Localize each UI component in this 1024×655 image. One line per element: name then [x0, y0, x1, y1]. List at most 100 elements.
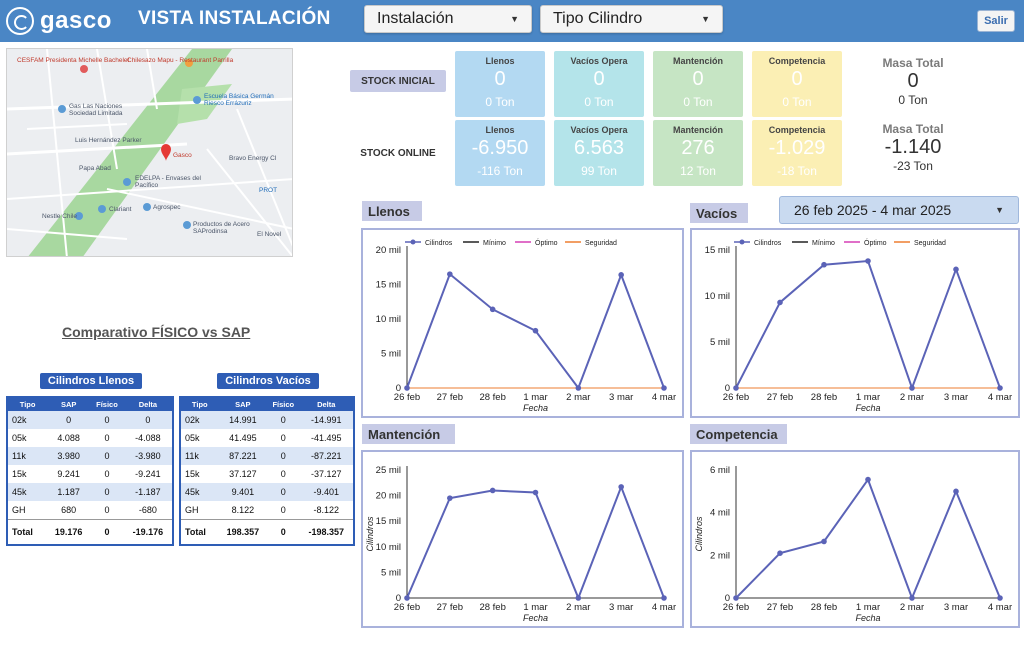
- logo-text: gasco: [40, 7, 112, 34]
- x-tick-label: 26 feb: [394, 602, 420, 613]
- table-cell: 87.221: [218, 447, 268, 465]
- y-tick-label: 5 mil: [381, 567, 401, 578]
- table-cell: 0: [90, 518, 124, 545]
- kpi-title: Vacíos Opera: [570, 56, 628, 66]
- masa-title: Masa Total: [882, 56, 944, 70]
- llenos-table-title: Cilindros Llenos: [40, 373, 142, 389]
- table-cell: 0: [280, 469, 286, 479]
- kpi-tons: 0 Ton: [584, 95, 614, 109]
- x-tick-label: 26 feb: [723, 392, 749, 403]
- y-tick-label: 15 mil: [376, 516, 401, 527]
- kpi-tons: -116 Ton: [477, 164, 523, 178]
- map-label: EDELPA - Envases del Pacífico: [135, 175, 201, 189]
- instalacion-dropdown-label: Instalación: [377, 10, 454, 27]
- masa-title: Masa Total: [882, 122, 944, 136]
- kpi-title: Vacíos Opera: [570, 125, 628, 135]
- table-cell: 8.122: [231, 504, 255, 515]
- x-tick-label: 27 feb: [437, 392, 463, 403]
- x-tick-label: 2 mar: [566, 602, 590, 613]
- tipo-cilindro-dropdown[interactable]: Tipo Cilindro ▼: [540, 5, 723, 33]
- legend-item: Mínimo: [792, 240, 835, 247]
- table-cell: 0: [104, 469, 110, 479]
- masa-value: 0: [907, 70, 919, 92]
- page-title: VISTA INSTALACIÓN: [138, 8, 331, 29]
- x-tick-label: 1 mar: [856, 602, 880, 613]
- masa-tons: -23 Ton: [893, 159, 933, 173]
- masa-total-initial: Masa Total 0 0 Ton: [863, 56, 963, 107]
- legend-label: Óptimo: [864, 238, 887, 247]
- table-cell: -3.980: [123, 447, 173, 465]
- date-range-picker[interactable]: 26 feb 2025 - 4 mar 2025 ▼: [779, 196, 1019, 224]
- stock-online-label: STOCK ONLINE: [360, 147, 436, 159]
- map-label: CESFAM Presidenta Michelle Bachelet: [17, 57, 130, 64]
- legend-label: Cilindros: [425, 240, 453, 247]
- data-point: [909, 385, 915, 391]
- comparison-title: Comparativo FÍSICO vs SAP: [62, 324, 251, 340]
- map-label: Productos de Acero SAProdinsa: [193, 221, 250, 235]
- table-cell: 11k: [180, 447, 219, 465]
- table-cell: 0: [280, 433, 286, 443]
- tipo-cilindro-dropdown-label: Tipo Cilindro: [553, 10, 643, 27]
- kpi-value: 0: [791, 68, 803, 90]
- data-point: [821, 261, 827, 268]
- table-cell: 0: [104, 433, 110, 443]
- kpi-value: 0: [692, 68, 704, 90]
- y-tick-label: 4 mil: [710, 508, 730, 519]
- table-row: 11k 3.980 0 -3.980: [7, 447, 173, 465]
- data-point: [821, 538, 827, 545]
- kpi-title: Llenos: [485, 125, 515, 135]
- table-cell: Total: [180, 518, 219, 545]
- x-tick-label: 4 mar: [652, 392, 676, 403]
- table-row: 05k 4.088 0 -4.088: [7, 429, 173, 447]
- kpi-tons: 99 Ton: [581, 164, 617, 178]
- date-range-label: 26 feb 2025 - 4 mar 2025: [794, 202, 952, 218]
- x-tick-label: 27 feb: [767, 392, 793, 403]
- map-label: Nestle Chile: [42, 213, 78, 220]
- kpi-title: Competencia: [768, 125, 826, 135]
- table-cell: 45k: [7, 483, 48, 501]
- table-cell: 0: [267, 447, 300, 465]
- column-header: Tipo: [7, 397, 48, 411]
- data-point: [489, 487, 496, 494]
- gasco-logo-icon: [6, 7, 34, 35]
- location-map[interactable]: CESFAM Presidenta Michelle Bachelet Chil…: [6, 48, 293, 257]
- table-cell: -9.241: [135, 469, 161, 479]
- instalacion-dropdown[interactable]: Instalación ▼: [364, 5, 532, 33]
- x-tick-label: 4 mar: [988, 602, 1012, 613]
- data-point: [447, 495, 453, 501]
- chart-title-llenos: Llenos: [362, 201, 422, 221]
- y-axis-label: Cilindros: [365, 516, 375, 552]
- table-cell: -19.176: [123, 518, 173, 545]
- kpi-value: -6.950: [471, 137, 529, 159]
- column-header: Físico: [90, 397, 124, 411]
- map-label: Chilesazo Mapu - Restaurant Parrilla: [127, 57, 234, 64]
- kpi-title: Mantención: [672, 125, 723, 135]
- x-tick-label: 1 mar: [523, 602, 547, 613]
- table-row: 05k 41.495 0 -41.495: [180, 429, 354, 447]
- legend-marker: [739, 239, 745, 245]
- x-tick-label: 27 feb: [767, 602, 793, 613]
- chart-mantencion: 05 mil 10 mil 15 mil 20 mil 25 mil 26 feb 27 f…: [361, 450, 684, 628]
- table-cell: 198.357: [218, 518, 268, 545]
- series-line-cilindros: [735, 477, 1001, 601]
- x-tick-label: 1 mar: [856, 392, 880, 403]
- data-point: [661, 595, 667, 601]
- data-point: [618, 272, 624, 278]
- table-cell: 9.241: [57, 469, 80, 479]
- table-cell: -1.187: [123, 483, 173, 501]
- y-tick-label: 15 mil: [705, 245, 730, 256]
- kpi-tons: 0 Ton: [683, 95, 713, 109]
- column-header: Tipo: [180, 397, 219, 411]
- table-cell: 02k: [7, 411, 48, 429]
- legend-item: Seguridad: [565, 240, 617, 247]
- kpi-value: 0: [593, 68, 605, 90]
- table-cell: GH: [12, 504, 26, 515]
- table-cell: -41.495: [310, 433, 342, 443]
- x-tick-label: 3 mar: [609, 392, 633, 403]
- kpi-initial-competencia: Competencia 0 0 Ton: [752, 51, 842, 117]
- map-label: Escuela Básica Germán Riesco Errázuriz: [204, 93, 274, 107]
- column-header: Delta: [299, 397, 354, 411]
- y-tick-label: 10 mil: [376, 314, 401, 325]
- kpi-initial-mantencion: Mantención 0 0 Ton: [653, 51, 743, 117]
- exit-button[interactable]: Salir: [977, 10, 1015, 32]
